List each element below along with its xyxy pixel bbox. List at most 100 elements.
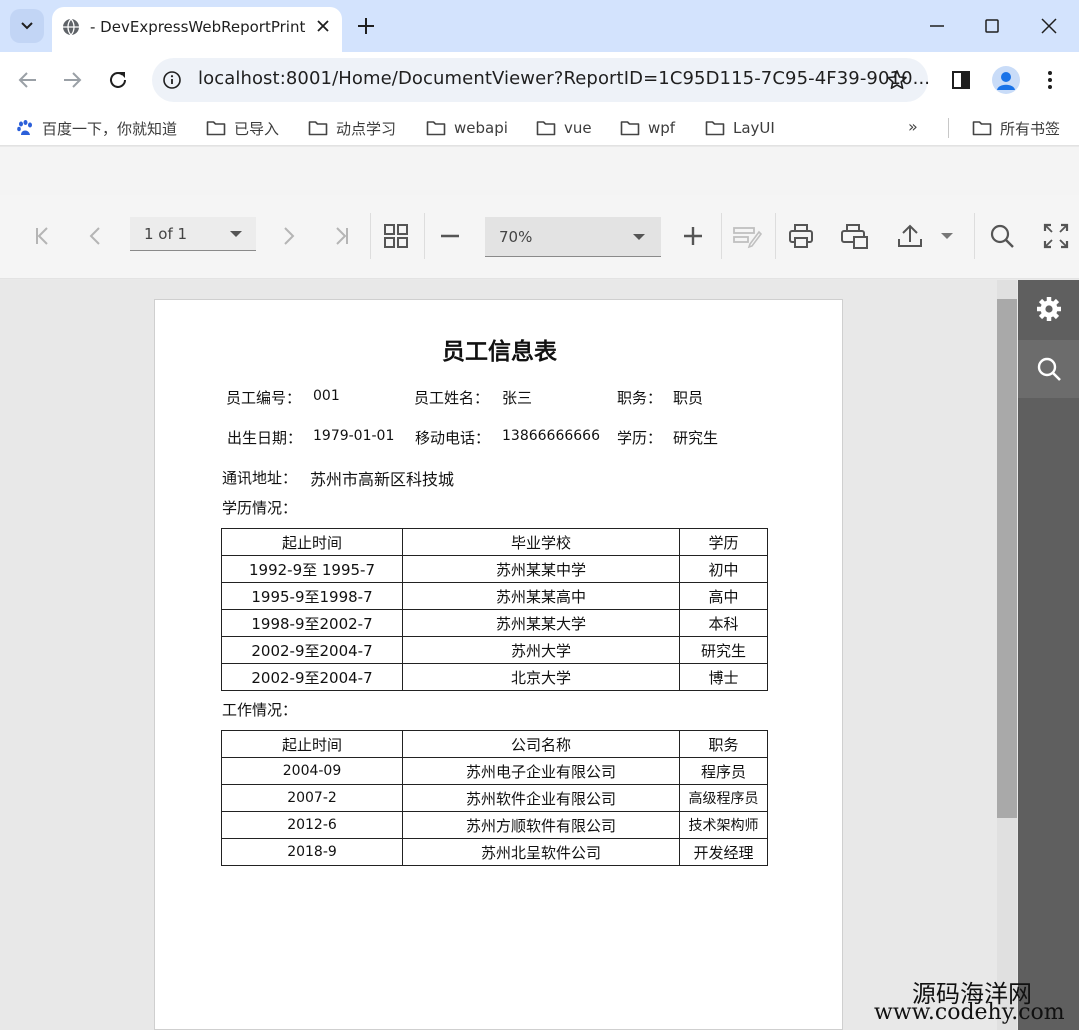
profile-avatar[interactable] <box>992 66 1020 94</box>
previous-page-button[interactable] <box>80 220 112 252</box>
forward-arrow-icon[interactable] <box>60 68 84 92</box>
table-cell: 技术架构师 <box>679 811 768 839</box>
table-cell: 苏州北呈软件公司 <box>402 838 680 866</box>
zoom-out-button[interactable] <box>434 220 466 252</box>
export-dropdown-button[interactable] <box>932 220 962 252</box>
address-label: 通讯地址： <box>222 469 298 487</box>
watermark-url: www.codehy.com <box>874 1000 1065 1025</box>
bookmark-folder-imported[interactable]: 已导入 <box>206 117 279 139</box>
reload-icon[interactable] <box>106 68 130 92</box>
first-page-button[interactable] <box>26 220 58 252</box>
first-page-icon <box>36 227 48 245</box>
properties-tab-button[interactable] <box>1018 280 1079 338</box>
emp-no-value: 001 <box>313 388 340 404</box>
bookmark-folder-vue[interactable]: vue <box>536 117 592 139</box>
report-title: 员工信息表 <box>442 338 557 365</box>
table-cell: 2012-6 <box>221 811 403 839</box>
page-selector[interactable]: 1 of 1 <box>130 217 256 251</box>
all-bookmarks-button[interactable]: 所有书签 <box>972 117 1060 139</box>
table-cell: 北京大学 <box>402 663 680 691</box>
side-panel-icon[interactable] <box>950 69 972 91</box>
table-cell: 2018-9 <box>221 838 403 866</box>
document-viewer-surface: 员工信息表 员工编号： 001 员工姓名： 张三 职务： 职员 出生日期： 19… <box>0 280 1018 1030</box>
search-tab-button[interactable] <box>1018 340 1079 398</box>
bookmark-folder-study[interactable]: 动点学习 <box>308 117 396 139</box>
close-window-icon[interactable] <box>1037 14 1061 38</box>
back-arrow-icon[interactable] <box>16 68 40 92</box>
table-cell: 开发经理 <box>679 838 768 866</box>
zoom-selector[interactable]: 70% <box>485 217 661 257</box>
bookmark-star-icon[interactable] <box>886 69 908 91</box>
table-header-cell: 学历 <box>679 528 768 556</box>
education-table: 起止时间 毕业学校 学历 1992-9至 1995-7 苏州某某中学 初中 19… <box>221 528 768 691</box>
scrollbar-thumb[interactable] <box>997 299 1017 818</box>
table-cell: 苏州某某中学 <box>402 555 680 583</box>
bookmark-folder-wpf[interactable]: wpf <box>620 117 675 139</box>
search-button[interactable] <box>986 220 1018 252</box>
toolbar-separator <box>974 213 975 259</box>
zoom-in-button[interactable] <box>677 220 709 252</box>
bookmark-label: 已导入 <box>234 119 280 138</box>
toolbar-separator <box>721 213 722 259</box>
folder-icon <box>620 121 640 136</box>
table-header-row: 起止时间 公司名称 职务 <box>221 730 768 758</box>
print-button[interactable] <box>785 220 817 252</box>
table-header-cell: 起止时间 <box>221 528 403 556</box>
table-cell: 2004-09 <box>221 757 403 785</box>
export-button[interactable] <box>894 220 926 252</box>
fullscreen-button[interactable] <box>1040 220 1072 252</box>
bookmark-baidu[interactable]: 百度一下，你就知道 <box>16 117 177 139</box>
table-cell: 初中 <box>679 555 768 583</box>
active-tab[interactable]: - DevExpressWebReportPrint <box>52 7 342 52</box>
more-vert-icon[interactable] <box>1040 68 1060 92</box>
toolbar-separator <box>424 213 425 259</box>
table-cell: 研究生 <box>679 636 768 664</box>
last-page-button[interactable] <box>326 220 358 252</box>
address-bar[interactable]: localhost:8001/Home/DocumentViewer?Repor… <box>152 58 930 102</box>
minimize-icon[interactable] <box>925 14 949 38</box>
folder-icon <box>308 121 328 136</box>
folder-icon <box>206 121 226 136</box>
fullscreen-icon <box>1043 223 1069 249</box>
table-row: 2018-9 苏州北呈软件公司 开发经理 <box>221 838 768 866</box>
emp-name-label: 员工姓名： <box>414 389 490 407</box>
tab-search-button[interactable] <box>10 9 44 43</box>
minus-icon <box>441 234 459 238</box>
right-tab-panel <box>1018 280 1079 1030</box>
table-cell: 苏州软件企业有限公司 <box>402 784 680 812</box>
new-tab-icon[interactable] <box>354 14 378 38</box>
print-page-button[interactable] <box>839 220 871 252</box>
chevron-down-icon <box>21 22 33 30</box>
bookmark-folder-layui[interactable]: LayUI <box>705 117 775 139</box>
table-header-cell: 起止时间 <box>221 730 403 758</box>
close-tab-icon[interactable] <box>314 17 332 35</box>
globe-icon <box>63 18 79 36</box>
table-header-cell: 公司名称 <box>402 730 680 758</box>
chevron-left-icon <box>89 227 100 245</box>
emp-name-value: 张三 <box>502 389 533 407</box>
report-page: 员工信息表 员工编号： 001 员工姓名： 张三 职务： 职员 出生日期： 19… <box>154 299 843 1030</box>
emp-no-label: 员工编号： <box>226 389 302 407</box>
upload-icon <box>898 224 922 247</box>
edit-fields-icon <box>733 227 762 249</box>
birth-value: 1979-01-01 <box>313 428 395 444</box>
next-page-button[interactable] <box>272 220 304 252</box>
editing-fields-button[interactable] <box>731 220 763 252</box>
degree-value: 研究生 <box>673 429 719 447</box>
maximize-icon[interactable] <box>980 14 1004 38</box>
site-info-icon[interactable] <box>162 70 182 90</box>
folder-icon <box>426 121 446 136</box>
bookmark-label: 百度一下，你就知道 <box>42 119 178 138</box>
education-heading: 学历情况： <box>222 499 298 517</box>
table-cell: 2002-9至2004-7 <box>221 636 403 664</box>
bookmarks-bar: 百度一下，你就知道 已导入 动点学习 webapi vue wpf LayUI … <box>0 108 1079 146</box>
tab-title: - DevExpressWebReportPrint <box>90 18 306 36</box>
table-cell: 1998-9至2002-7 <box>221 609 403 637</box>
phone-label: 移动电话： <box>415 429 491 447</box>
multipage-toggle-button[interactable] <box>380 220 412 252</box>
printer-icon <box>789 224 813 248</box>
more-bookmarks-button[interactable]: » <box>908 117 918 136</box>
multipage-icon <box>384 224 408 248</box>
table-header-cell: 毕业学校 <box>402 528 680 556</box>
bookmark-folder-webapi[interactable]: webapi <box>426 117 508 139</box>
